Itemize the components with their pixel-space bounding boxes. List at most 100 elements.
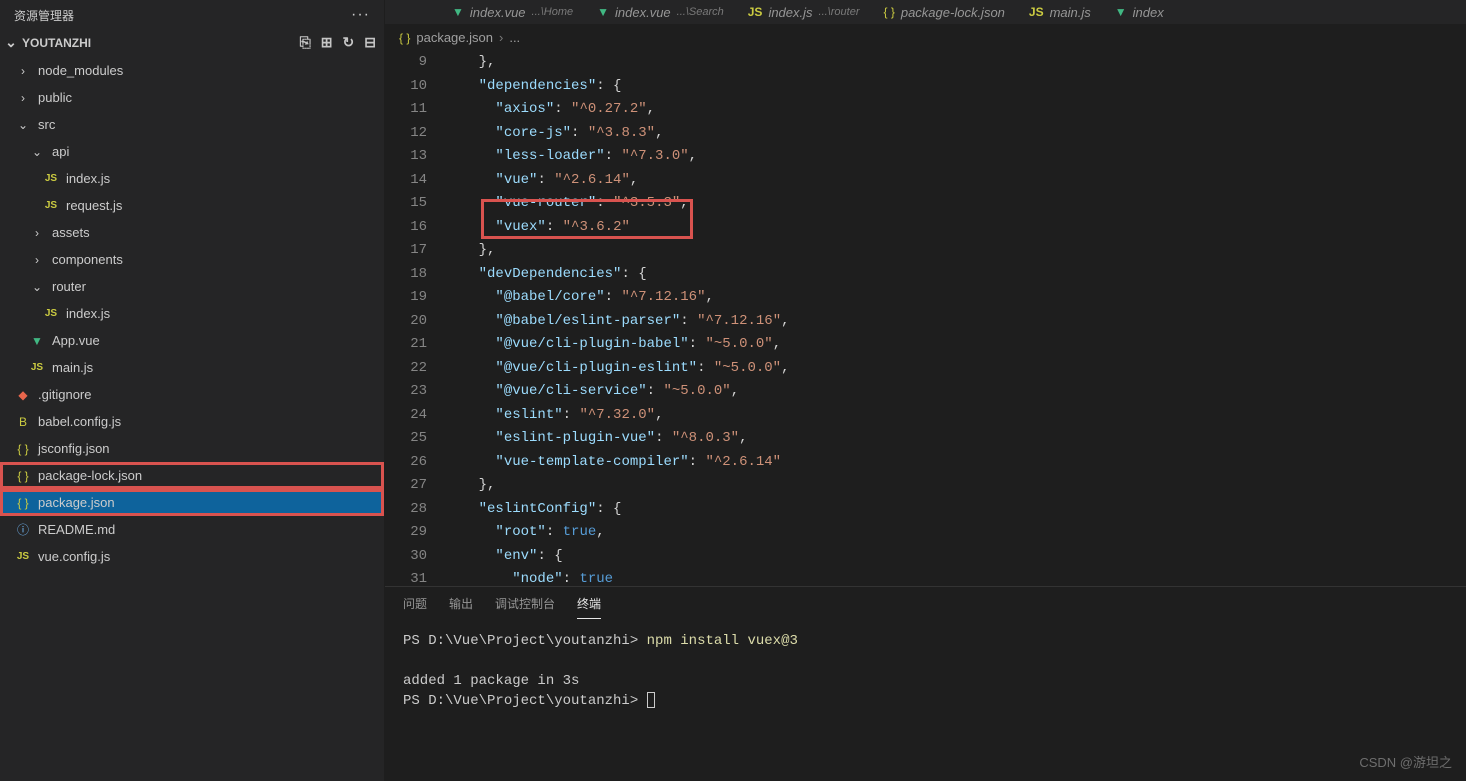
line-number: 31	[385, 568, 427, 586]
tab-index[interactable]: ▼ index	[1103, 0, 1176, 24]
tree-item-request-js[interactable]: JSrequest.js	[0, 192, 384, 219]
code-content[interactable]: }, "dependencies": { "axios": "^0.27.2",…	[445, 51, 1466, 586]
tree-label: components	[52, 252, 123, 267]
new-folder-icon[interactable]: ⊞	[321, 34, 333, 51]
code-line[interactable]: "eslintConfig": {	[445, 498, 1466, 522]
refresh-icon[interactable]: ↻	[343, 34, 355, 51]
chevron-right-icon: ›	[28, 226, 46, 240]
line-number: 30	[385, 545, 427, 569]
tree-item-App-vue[interactable]: ▼App.vue	[0, 327, 384, 354]
babel-icon: B	[14, 415, 32, 429]
panel-tab-0[interactable]: 问题	[403, 595, 427, 619]
tree-item-package-lock-json[interactable]: { }package-lock.json	[0, 462, 384, 489]
vue-icon: ▼	[1115, 5, 1127, 19]
line-number: 21	[385, 333, 427, 357]
code-line[interactable]: "root": true,	[445, 521, 1466, 545]
editor-tabs: ▼index.vue...\Home▼index.vue...\SearchJS…	[385, 0, 1466, 24]
json-icon: { }	[883, 5, 894, 19]
panel-tab-2[interactable]: 调试控制台	[495, 595, 555, 619]
json-icon: { }	[14, 496, 32, 510]
chevron-right-icon: ›	[28, 253, 46, 267]
code-line[interactable]: },	[445, 474, 1466, 498]
line-number: 24	[385, 404, 427, 428]
terminal[interactable]: PS D:\Vue\Project\youtanzhi> npm install…	[385, 619, 1466, 781]
line-number: 15	[385, 192, 427, 216]
tab-path: ...\Search	[677, 6, 724, 18]
code-line[interactable]: },	[445, 239, 1466, 263]
terminal-line: PS D:\Vue\Project\youtanzhi>	[403, 691, 1448, 711]
code-line[interactable]: "@vue/cli-plugin-eslint": "~5.0.0",	[445, 357, 1466, 381]
code-line[interactable]: "less-loader": "^7.3.0",	[445, 145, 1466, 169]
tree-item-assets[interactable]: ›assets	[0, 219, 384, 246]
tree-item-router[interactable]: ⌄router	[0, 273, 384, 300]
tab-main.js[interactable]: JSmain.js	[1017, 0, 1103, 24]
tab-index.vue[interactable]: ▼index.vue...\Home	[440, 0, 585, 24]
code-line[interactable]: "@vue/cli-plugin-babel": "~5.0.0",	[445, 333, 1466, 357]
tree-item-src[interactable]: ⌄src	[0, 111, 384, 138]
code-line[interactable]: "core-js": "^3.8.3",	[445, 122, 1466, 146]
code-line[interactable]: "@babel/eslint-parser": "^7.12.16",	[445, 310, 1466, 334]
code-line[interactable]: },	[445, 51, 1466, 75]
code-line[interactable]: "eslint": "^7.32.0",	[445, 404, 1466, 428]
explorer-header: 资源管理器 ···	[0, 0, 384, 30]
tree-label: public	[38, 90, 72, 105]
breadcrumb[interactable]: { } package.json › ...	[385, 24, 1466, 51]
breadcrumb-rest: ...	[509, 30, 520, 45]
info-icon: ⓘ	[14, 521, 32, 538]
tab-index.js[interactable]: JSindex.js...\router	[736, 0, 872, 24]
code-line[interactable]: "eslint-plugin-vue": "^8.0.3",	[445, 427, 1466, 451]
tree-item-vue-config-js[interactable]: JSvue.config.js	[0, 543, 384, 570]
tree-item-api[interactable]: ⌄api	[0, 138, 384, 165]
project-name: YOUTANZHI	[22, 36, 91, 50]
tree-item-components[interactable]: › components	[0, 246, 384, 273]
line-number: 10	[385, 75, 427, 99]
bottom-panel: 问题输出调试控制台终端 PS D:\Vue\Project\youtanzhi>…	[385, 586, 1466, 781]
code-line[interactable]: "vue-router": "^3.5.3",	[445, 192, 1466, 216]
line-number: 23	[385, 380, 427, 404]
collapse-icon[interactable]: ⊟	[364, 34, 376, 51]
line-number: 14	[385, 169, 427, 193]
code-line[interactable]: "dependencies": {	[445, 75, 1466, 99]
terminal-line: PS D:\Vue\Project\youtanzhi> npm install…	[403, 631, 1448, 651]
tree-item-index-js[interactable]: JSindex.js	[0, 165, 384, 192]
tab-path: ...\router	[819, 6, 860, 18]
line-number: 9	[385, 51, 427, 75]
tree-item--gitignore[interactable]: ◆.gitignore	[0, 381, 384, 408]
code-line[interactable]: "vue-template-compiler": "^2.6.14"	[445, 451, 1466, 475]
tab-name: index.vue	[470, 5, 526, 20]
code-line[interactable]: "axios": "^0.27.2",	[445, 98, 1466, 122]
tab-index.vue[interactable]: ▼index.vue...\Search	[585, 0, 736, 24]
panel-tab-1[interactable]: 输出	[449, 595, 473, 619]
tree-label: index.js	[66, 306, 110, 321]
code-line[interactable]: "env": {	[445, 545, 1466, 569]
tree-item-public[interactable]: ›public	[0, 84, 384, 111]
tree-item-index-js[interactable]: JS index.js	[0, 300, 384, 327]
tree-item-main-js[interactable]: JSmain.js	[0, 354, 384, 381]
code-line[interactable]: "vue": "^2.6.14",	[445, 169, 1466, 193]
tree-item-package-json[interactable]: { }package.json	[0, 489, 384, 516]
panel-tab-3[interactable]: 终端	[577, 595, 601, 619]
vue-icon: ▼	[597, 5, 609, 19]
chevron-right-icon: ›	[499, 30, 503, 45]
code-line[interactable]: "node": true	[445, 568, 1466, 586]
tab-name: index	[1133, 5, 1164, 20]
line-number: 28	[385, 498, 427, 522]
tree-item-jsconfig-json[interactable]: { }jsconfig.json	[0, 435, 384, 462]
tab-package-lock.json[interactable]: { }package-lock.json	[871, 0, 1016, 24]
watermark: CSDN @游坦之	[1359, 752, 1452, 771]
tree-item-node_modules[interactable]: ›node_modules	[0, 57, 384, 84]
new-file-icon[interactable]: ⎘	[300, 34, 311, 51]
code-line[interactable]: "devDependencies": {	[445, 263, 1466, 287]
code-line[interactable]: "@vue/cli-service": "~5.0.0",	[445, 380, 1466, 404]
js-icon: JS	[1029, 5, 1044, 19]
code-line[interactable]: "@babel/core": "^7.12.16",	[445, 286, 1466, 310]
tree-item-README-md[interactable]: ⓘREADME.md	[0, 516, 384, 543]
js-icon: JS	[42, 308, 60, 319]
code-editor[interactable]: 9101112131415161718192021222324252627282…	[385, 51, 1466, 586]
line-number: 16	[385, 216, 427, 240]
code-line[interactable]: "vuex": "^3.6.2"	[445, 216, 1466, 240]
js-icon: JS	[42, 173, 60, 184]
tree-item-babel-config-js[interactable]: Bbabel.config.js	[0, 408, 384, 435]
project-header[interactable]: ⌄ YOUTANZHI ⎘ ⊞ ↻ ⊟	[0, 30, 384, 55]
more-icon[interactable]: ···	[351, 6, 370, 24]
